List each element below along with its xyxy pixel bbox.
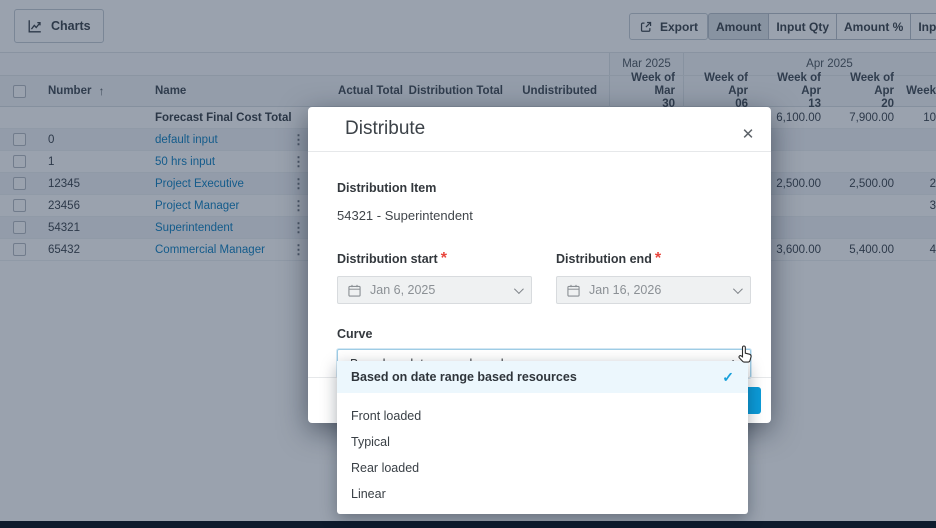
required-marker: * <box>654 250 662 267</box>
close-icon[interactable]: ✕ <box>733 119 763 149</box>
distribution-end-label: Distribution end <box>556 252 652 266</box>
dropdown-option-selected[interactable]: Based on date range based resources ✓ <box>337 361 748 393</box>
distribution-item-label: Distribution Item <box>337 181 437 195</box>
required-marker: * <box>440 250 447 267</box>
distribution-start-value: Jan 6, 2025 <box>370 283 436 297</box>
dropdown-option[interactable]: Linear <box>337 481 748 507</box>
chevron-down-icon <box>513 283 524 294</box>
dialog-header: Distribute <box>308 107 771 152</box>
check-icon: ✓ <box>722 368 734 385</box>
distribution-start-label: Distribution start <box>337 252 438 266</box>
dropdown-option[interactable]: Rear loaded <box>337 455 748 481</box>
distribution-start-field: Distribution start * Jan 6, 2025 <box>337 250 532 304</box>
chevron-down-icon <box>732 283 743 294</box>
curve-label: Curve <box>337 327 373 341</box>
dropdown-option[interactable]: Front loaded <box>337 403 748 429</box>
calendar-icon <box>567 284 580 297</box>
dropdown-option[interactable]: Typical <box>337 429 748 455</box>
distribution-end-field: Distribution end * Jan 16, 2026 <box>556 250 751 304</box>
date-fields-row: Distribution start * Jan 6, 2025 Distrib… <box>337 250 751 304</box>
distribution-start-input: Jan 6, 2025 <box>337 276 532 304</box>
curve-dropdown-list: Based on date range based resources ✓ Fr… <box>337 361 748 514</box>
calendar-icon <box>348 284 361 297</box>
distribution-item-value: 54321 - Superintendent <box>337 208 473 223</box>
dialog-title: Distribute <box>345 118 426 139</box>
app-window: Charts Export Amount Input Qty Amount % <box>0 0 936 528</box>
dialog-body: Distribution Item 54321 - Superintendent… <box>308 181 771 378</box>
distribution-end-input: Jan 16, 2026 <box>556 276 751 304</box>
distribution-end-value: Jan 16, 2026 <box>589 283 662 297</box>
dropdown-options-group: Front loaded Typical Rear loaded Linear <box>337 403 748 507</box>
